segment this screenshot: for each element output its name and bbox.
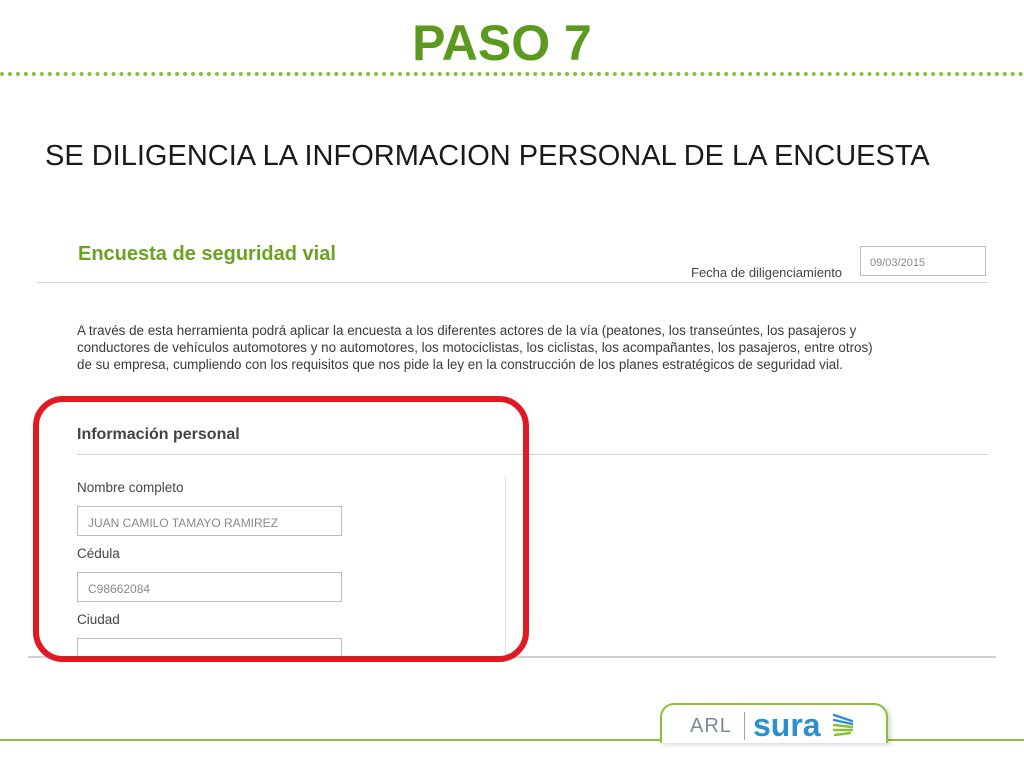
form-title: Encuesta de seguridad vial <box>78 243 336 265</box>
date-field[interactable] <box>860 246 986 276</box>
intro-line: conductores de vehículos automotores y n… <box>77 340 873 355</box>
title-divider <box>0 72 1024 76</box>
slide-title: PASO 7 <box>412 15 592 71</box>
intro-line: de su empresa, cumpliendo con los requis… <box>77 357 843 372</box>
sura-wing-icon <box>832 711 854 746</box>
intro-line: A través de esta herramienta podrá aplic… <box>77 323 857 338</box>
slide-subtitle: SE DILIGENCIA LA INFORMACION PERSONAL DE… <box>45 140 930 172</box>
intro-text: A través de esta herramienta podrá aplic… <box>77 322 957 373</box>
logo-brand-text: sura <box>753 707 821 743</box>
logo-arl-text: ARL <box>690 715 732 737</box>
highlight-annotation <box>33 396 529 662</box>
logo-separator <box>744 712 745 740</box>
arl-sura-logo: ARL sura <box>660 703 888 743</box>
header-divider <box>38 282 988 283</box>
date-label: Fecha de diligenciamiento <box>691 265 843 280</box>
slide: PASO 7 SE DILIGENCIA LA INFORMACION PERS… <box>0 0 1024 768</box>
